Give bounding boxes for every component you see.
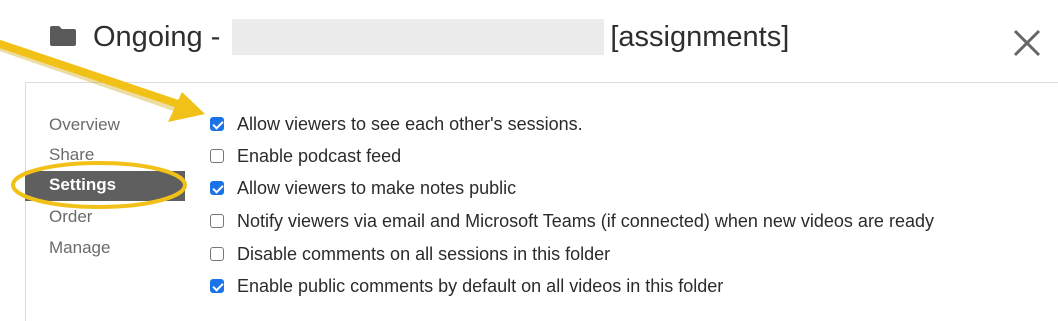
dialog-header: Ongoing - [assignments] — [0, 0, 1058, 82]
title-suffix: [assignments] — [610, 20, 790, 53]
notify-viewers-checkbox[interactable] — [210, 214, 224, 228]
nav-item-order[interactable]: Order — [49, 207, 92, 227]
left-rule — [25, 82, 26, 321]
option-label: Enable public comments by default on all… — [237, 275, 724, 296]
option-notes-public: Allow viewers to make notes public — [210, 176, 516, 200]
see-sessions-checkbox[interactable] — [210, 117, 224, 131]
option-public-comments: Enable public comments by default on all… — [210, 274, 723, 298]
folder-icon — [50, 26, 76, 46]
option-podcast-feed: Enable podcast feed — [210, 144, 401, 168]
option-label: Allow viewers to see each other's sessio… — [237, 113, 583, 134]
podcast-feed-checkbox[interactable] — [210, 149, 224, 163]
nav-item-share[interactable]: Share — [49, 145, 94, 165]
title-prefix: Ongoing - — [93, 20, 221, 53]
option-see-sessions: Allow viewers to see each other's sessio… — [210, 112, 583, 136]
option-label: Notify viewers via email and Microsoft T… — [237, 210, 934, 231]
option-label: Allow viewers to make notes public — [237, 177, 517, 198]
option-label: Enable podcast feed — [237, 145, 402, 166]
option-notify-viewers: Notify viewers via email and Microsoft T… — [210, 209, 934, 233]
nav-item-manage[interactable]: Manage — [49, 238, 110, 258]
option-disable-comments: Disable comments on all sessions in this… — [210, 242, 610, 266]
nav-item-settings[interactable]: Settings — [25, 171, 185, 201]
nav-item-settings-label: Settings — [49, 175, 117, 194]
close-icon[interactable] — [1010, 26, 1044, 60]
nav-item-overview[interactable]: Overview — [49, 115, 120, 135]
redacted-block — [232, 19, 605, 55]
notes-public-checkbox[interactable] — [210, 181, 224, 195]
header-divider — [25, 82, 1058, 83]
page-title: Ongoing - [assignments] — [93, 14, 789, 60]
option-label: Disable comments on all sessions in this… — [237, 243, 611, 264]
public-comments-checkbox[interactable] — [210, 279, 224, 293]
disable-comments-checkbox[interactable] — [210, 247, 224, 261]
